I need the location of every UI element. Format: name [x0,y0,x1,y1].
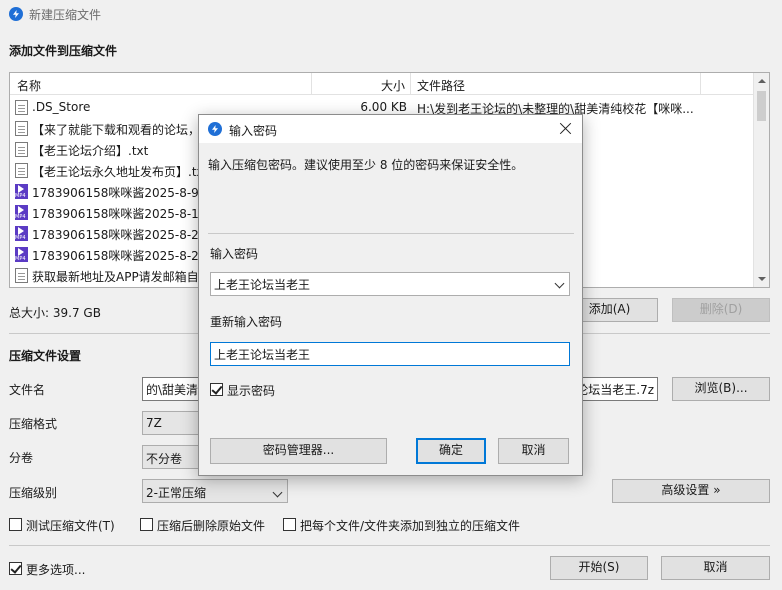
cancel-button[interactable]: 取消 [661,556,770,580]
document-icon [15,163,28,178]
format-label: 压缩格式 [9,417,58,431]
test-archive-checkbox[interactable] [9,518,22,531]
level-value: 2-正常压缩 [146,486,206,500]
dialog-description: 输入压缩包密码。建议使用至少 8 位的密码来保证安全性。 [208,158,524,172]
show-password-label[interactable]: 显示密码 [227,382,275,399]
delete-after-label[interactable]: 压缩后删除原始文件 [157,517,265,534]
scroll-thumb[interactable] [757,91,766,121]
password-value: 上老王论坛当老王 [214,278,311,292]
video-icon [15,184,28,199]
more-options-label[interactable]: 更多选项... [26,561,85,578]
column-header-size[interactable]: 大小 [381,77,405,94]
separate-archives-checkbox[interactable] [283,518,296,531]
separate-archives-label[interactable]: 把每个文件/文件夹添加到独立的压缩文件 [300,517,520,534]
file-name: 【老王论坛永久地址发布页】.tx [32,165,204,179]
video-icon [15,226,28,241]
level-label: 压缩级别 [9,486,58,500]
advanced-settings-button[interactable]: 高级设置 » [612,479,770,503]
password-label: 输入密码 [210,247,259,261]
chevron-down-icon [272,487,283,498]
document-icon [15,142,28,157]
password-dialog: 输入密码 输入压缩包密码。建议使用至少 8 位的密码来保证安全性。 输入密码 上… [198,114,583,476]
start-button[interactable]: 开始(S) [550,556,648,580]
browse-button[interactable]: 浏览(B)... [672,377,770,401]
scroll-up-icon[interactable] [758,79,766,83]
delete-button[interactable]: 删除(D) [672,298,770,322]
split-label: 分卷 [9,451,34,465]
video-icon [15,247,28,262]
video-icon [15,205,28,220]
scroll-down-icon[interactable] [758,277,766,281]
app-logo-icon [9,7,23,21]
confirm-password-label: 重新输入密码 [210,315,283,329]
dialog-title: 输入密码 [229,124,278,138]
file-name: 1783906158咪咪酱2025-8-20 [32,228,207,242]
confirm-password-input[interactable]: 上老王论坛当老王 [210,342,570,366]
file-list-header: 名称 大小 文件路径 [10,73,769,95]
file-icon [15,100,28,115]
file-list-scrollbar[interactable] [753,73,769,287]
file-name: 获取最新地址及APP请发邮箱自 [32,270,199,284]
level-select[interactable]: 2-正常压缩 [142,479,288,503]
show-password-checkbox[interactable] [210,383,223,396]
file-name: .DS_Store [32,100,91,114]
window-title: 新建压缩文件 [29,8,102,22]
total-size-text: 总大小: 39.7 GB [9,306,101,320]
file-size: 6.00 KB [360,100,407,114]
window-titlebar: 新建压缩文件 [0,0,782,28]
dialog-titlebar: 输入密码 [199,115,582,143]
password-input[interactable]: 上老王论坛当老王 [210,272,570,296]
files-section-heading: 添加文件到压缩文件 [9,44,118,58]
app-logo-icon [208,122,222,136]
test-archive-label[interactable]: 测试压缩文件(T) [26,517,115,534]
more-options-checkbox[interactable] [9,562,22,575]
ok-button[interactable]: 确定 [416,438,486,464]
filename-value-right: 论坛当老王.7z [576,383,654,397]
close-icon[interactable] [558,121,574,137]
column-header-path[interactable]: 文件路径 [417,77,465,94]
document-icon [15,268,28,283]
chevron-down-icon[interactable] [554,278,565,289]
file-name: 【来了就能下载和观看的论坛， [32,123,201,137]
document-icon [15,121,28,136]
file-name: 1783906158咪咪酱2025-8-22 [32,249,207,263]
confirm-password-value: 上老王论坛当老王 [214,348,311,362]
filename-label: 文件名 [9,383,46,397]
settings-section-heading: 压缩文件设置 [9,349,82,363]
dialog-cancel-button[interactable]: 取消 [498,438,569,464]
column-header-name[interactable]: 名称 [17,77,41,94]
file-name: 1783906158咪咪酱2025-8-15 [32,207,207,221]
file-name: 1783906158咪咪酱2025-8-9.n [32,186,211,200]
password-manager-button[interactable]: 密码管理器... [210,438,387,464]
format-value: 7Z [146,416,162,430]
delete-after-checkbox[interactable] [140,518,153,531]
split-value: 不分卷 [146,452,183,466]
file-name: 【老王论坛介绍】.txt [32,144,149,158]
filename-value-left: 的\甜美清 [146,383,199,397]
